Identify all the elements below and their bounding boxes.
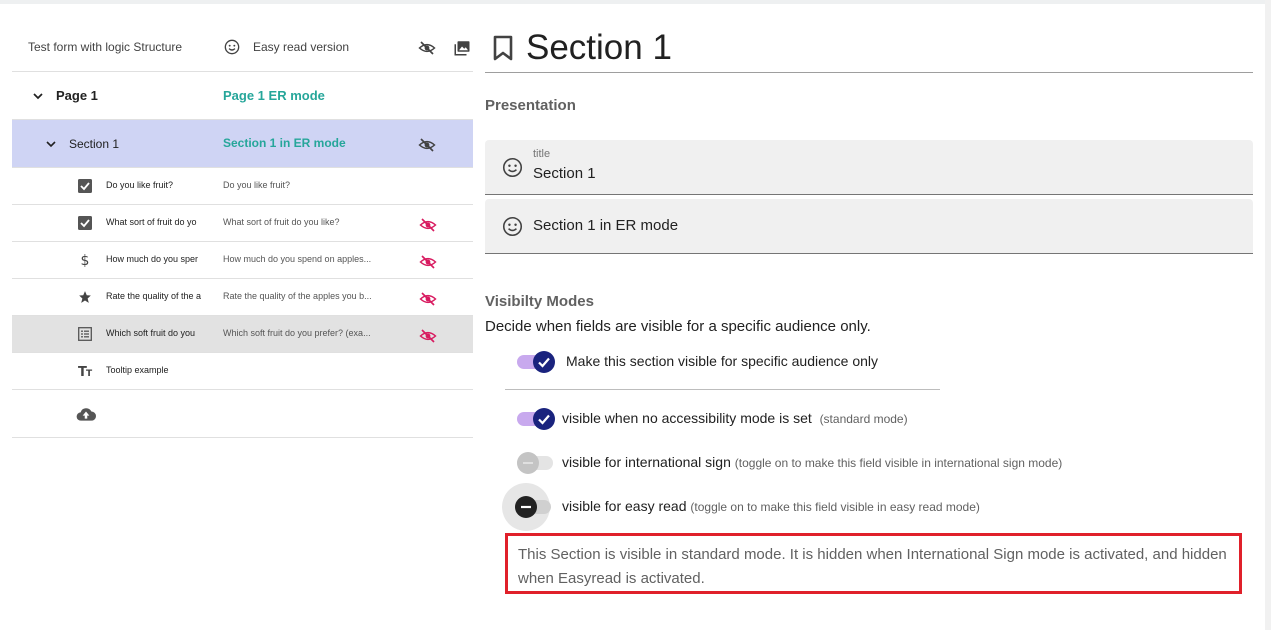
presentation-heading: Presentation <box>485 97 576 114</box>
easy-read-label: visible for easy read (toggle on to make… <box>562 498 980 514</box>
standard-mode-label: visible when no accessibility mode is se… <box>562 410 908 426</box>
dollar-icon: $ <box>78 253 92 269</box>
easy-read-label: Easy read version <box>253 40 350 54</box>
title-field-label: title <box>533 148 551 160</box>
tree-header: Test form with logic Structure Easy read… <box>12 24 473 72</box>
question-name: Do you like fruit? <box>106 180 174 190</box>
question-er-name: Do you like fruit? <box>223 180 291 190</box>
visibility-summary-notice: This Section is visible in standard mode… <box>505 533 1242 594</box>
title-field[interactable]: title Section 1 <box>485 140 1253 195</box>
section-title-bar: Section 1 <box>485 28 1253 73</box>
easy-read-toggle[interactable] <box>515 495 555 519</box>
international-sign-hint: (toggle on to make this field visible in… <box>734 456 1063 470</box>
checkbox-icon <box>78 179 92 193</box>
bookmark-icon <box>492 35 514 66</box>
visibility-off-icon[interactable] <box>419 253 437 276</box>
text-icon: TT <box>78 364 93 380</box>
tree-row-question[interactable]: $ How much do you sper How much do you s… <box>12 242 473 279</box>
tree-row-section-1[interactable]: Section 1 Section 1 in ER mode <box>12 120 473 168</box>
right-scroll-edge <box>1265 0 1271 630</box>
smiley-icon <box>502 216 523 242</box>
smiley-icon <box>224 39 240 60</box>
checkbox-icon <box>78 216 92 230</box>
check-icon <box>533 351 555 373</box>
visibility-off-icon[interactable] <box>419 216 437 239</box>
visibility-modes-heading: Visibilty Modes <box>485 293 594 310</box>
question-name: Tooltip example <box>106 365 169 375</box>
easy-read-title-value[interactable]: Section 1 in ER mode <box>533 217 678 234</box>
divider <box>505 389 940 390</box>
visibility-off-icon[interactable] <box>418 136 436 159</box>
international-sign-label: visible for international sign (toggle o… <box>562 454 1062 470</box>
question-name: How much do you sper <box>106 254 199 264</box>
easy-read-hint: (toggle on to make this field visible in… <box>690 500 980 514</box>
specific-audience-toggle[interactable] <box>517 350 557 374</box>
question-name: What sort of fruit do yo <box>106 217 197 227</box>
check-icon <box>533 408 555 430</box>
easy-read-text: visible for easy read <box>562 498 687 514</box>
tree-row-page-1[interactable]: Page 1 Page 1 ER mode <box>12 72 473 120</box>
standard-mode-hint: (standard mode) <box>819 412 908 426</box>
question-er-name: What sort of fruit do you like? <box>223 217 340 227</box>
title-field-value[interactable]: Section 1 <box>533 165 596 182</box>
smiley-icon <box>502 157 523 183</box>
tree-row-question[interactable]: Which soft fruit do you Which soft fruit… <box>12 316 473 353</box>
question-name: Which soft fruit do you <box>106 328 196 338</box>
standard-mode-toggle[interactable] <box>517 407 557 431</box>
chevron-down-icon[interactable] <box>30 88 46 109</box>
tree-row-question[interactable]: Do you like fruit? Do you like fruit? <box>12 168 473 205</box>
tree-row-question[interactable]: What sort of fruit do yo What sort of fr… <box>12 205 473 242</box>
question-er-name: Which soft fruit do you prefer? (exa... <box>223 328 371 338</box>
chevron-down-icon[interactable] <box>43 136 59 157</box>
visibility-off-icon[interactable] <box>419 327 437 350</box>
svg-text:T: T <box>86 369 93 378</box>
form-title: Test form with logic Structure <box>28 40 183 54</box>
tree-row-upload[interactable] <box>12 390 473 438</box>
question-er-name: How much do you spend on apples... <box>223 254 372 264</box>
image-gallery-icon[interactable] <box>453 39 471 62</box>
specific-audience-label: Make this section visible for specific a… <box>566 353 879 369</box>
standard-mode-text: visible when no accessibility mode is se… <box>562 410 812 426</box>
form-structure-tree: Test form with logic Structure Easy read… <box>12 24 473 438</box>
top-border <box>0 0 1271 4</box>
page-name: Page 1 <box>56 88 98 103</box>
tree-row-question[interactable]: TT Tooltip example <box>12 353 473 390</box>
minus-icon <box>517 452 539 474</box>
tree-row-question[interactable]: Rate the quality of the a Rate the quali… <box>12 279 473 316</box>
easy-read-title-field[interactable]: Section 1 in ER mode <box>485 199 1253 254</box>
page-title: Section 1 <box>526 28 672 67</box>
international-sign-toggle[interactable] <box>517 451 557 475</box>
list-icon <box>78 327 92 341</box>
page-er-name: Page 1 ER mode <box>223 88 325 103</box>
question-name: Rate the quality of the a <box>106 291 202 301</box>
visibility-off-icon[interactable] <box>419 290 437 313</box>
visibility-off-icon[interactable] <box>418 39 436 62</box>
svg-text:$: $ <box>81 253 90 267</box>
star-icon <box>78 290 92 304</box>
visibility-modes-description: Decide when fields are visible for a spe… <box>485 318 871 335</box>
section-name: Section 1 <box>69 137 120 151</box>
cloud-upload-icon[interactable] <box>76 406 96 427</box>
section-er-name: Section 1 in ER mode <box>223 136 346 150</box>
minus-icon <box>515 496 537 518</box>
question-er-name: Rate the quality of the apples you b... <box>223 291 372 301</box>
international-sign-text: visible for international sign <box>562 454 731 470</box>
